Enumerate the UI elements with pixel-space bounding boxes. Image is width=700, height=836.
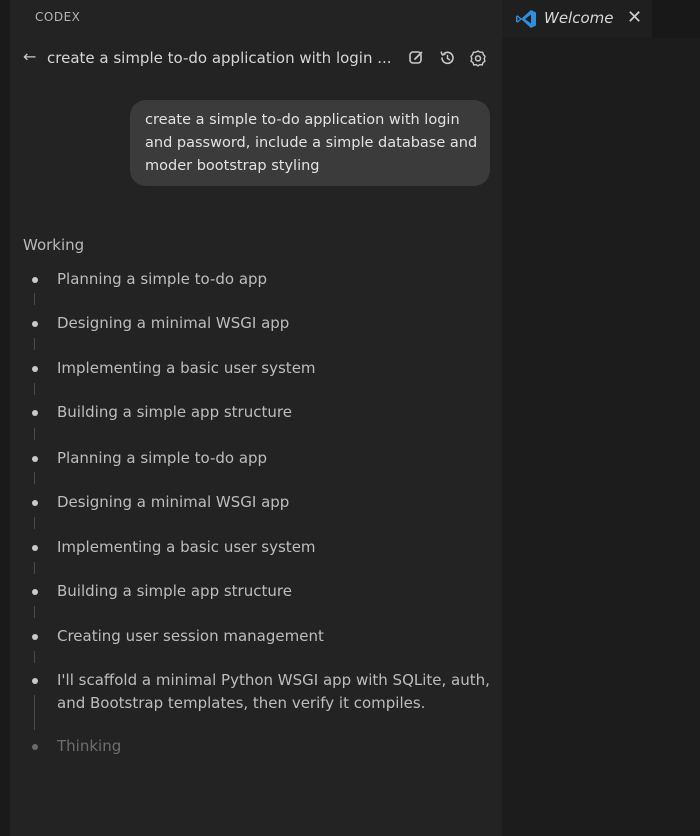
user-message-line: create a simple to-do application with l… [145,112,460,128]
settings-icon[interactable] [469,49,487,67]
step-connector [34,428,35,440]
step-item: Designing a minimal WSGI app [57,314,290,332]
step-bullet [32,410,38,416]
status-label: Working [23,236,85,254]
thread-header: ← create a simple to-do application with… [10,44,502,72]
thinking-status: Thinking [57,737,122,755]
panel-title: CODEX [35,10,81,24]
step-connector [34,338,35,350]
edit-icon[interactable] [407,49,425,67]
tab-welcome[interactable]: Welcome ✕ [502,0,652,38]
history-icon[interactable] [438,49,456,67]
user-message-line: and password, include a simple database … [145,135,478,151]
step-connector [34,606,35,618]
activity-edge [0,0,10,836]
user-message-line: moder bootstrap styling [145,158,320,174]
step-item: Planning a simple to-do app [57,449,268,467]
step-item: Implementing a basic user system [57,359,316,377]
step-item: Building a simple app structure [57,582,292,600]
step-bullet [32,744,38,750]
step-connector [34,517,35,529]
editor-tabbar: Welcome ✕ [502,0,700,38]
step-bullet [32,366,38,372]
thread-title[interactable]: create a simple to-do application with l… [47,49,392,67]
tab-label: Welcome [544,9,614,27]
step-connector [34,651,35,663]
step-connector [34,472,35,484]
step-bullet [32,678,38,684]
step-bullet [32,634,38,640]
step-bullet [32,456,38,462]
back-arrow-icon[interactable]: ← [23,47,36,66]
user-message-bubble: create a simple to-do application with l… [130,100,490,186]
step-item: Building a simple app structure [57,403,292,421]
codex-panel: CODEX ← create a simple to-do applicatio… [10,0,502,836]
step-bullet [32,500,38,506]
step-connector [34,383,35,395]
step-connector [34,695,35,730]
vscode-logo-icon [516,10,536,28]
step-item: Creating user session management [57,627,324,645]
app-window: CODEX ← create a simple to-do applicatio… [0,0,700,836]
step-item: Implementing a basic user system [57,538,316,556]
step-item: I'll scaffold a minimal Python WSGI app … [57,671,490,689]
step-connector [34,562,35,574]
step-item: Planning a simple to-do app [57,270,268,288]
editor-area: Welcome ✕ [502,0,700,836]
step-bullet [32,589,38,595]
step-item: Designing a minimal WSGI app [57,493,290,511]
step-bullet [32,321,38,327]
close-icon[interactable]: ✕ [627,7,642,28]
step-connector [34,293,35,305]
step-bullet [32,545,38,551]
step-bullet [32,277,38,283]
step-item-continuation: and Bootstrap templates, then verify it … [57,694,426,712]
